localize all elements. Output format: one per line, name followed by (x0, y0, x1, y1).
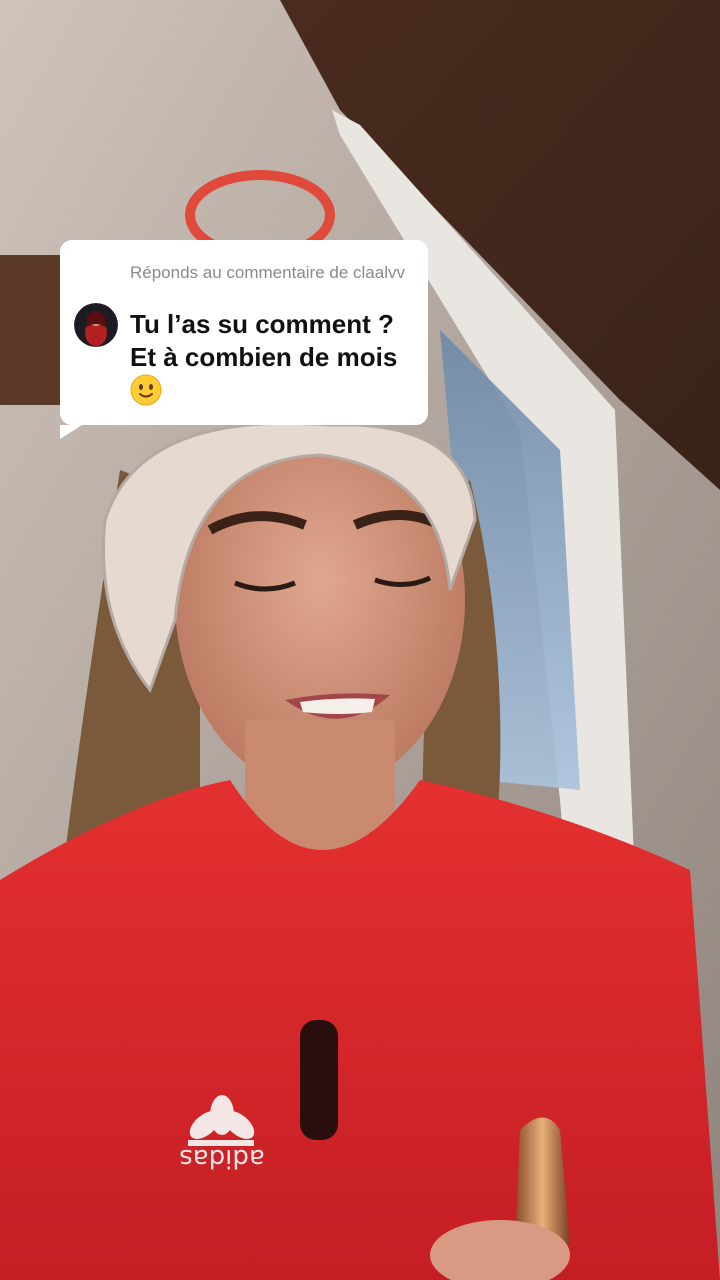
reply-comment-card[interactable]: Réponds au commentaire de claalvv Tu l’a… (60, 240, 428, 439)
video-frame: adidas (0, 0, 720, 1280)
card-tail (60, 425, 82, 439)
avatar[interactable] (74, 303, 118, 347)
lavalier-microphone (300, 1020, 338, 1140)
slightly-smiling-face-icon (130, 374, 162, 406)
reply-to-label: Réponds au commentaire de claalvv (130, 263, 405, 282)
red-tshirt (0, 780, 720, 1280)
shirt-logo-text: adidas (179, 1143, 265, 1173)
teeth (300, 698, 375, 714)
comment-text: Tu l’as su comment ? Et à combien de moi… (130, 309, 398, 372)
